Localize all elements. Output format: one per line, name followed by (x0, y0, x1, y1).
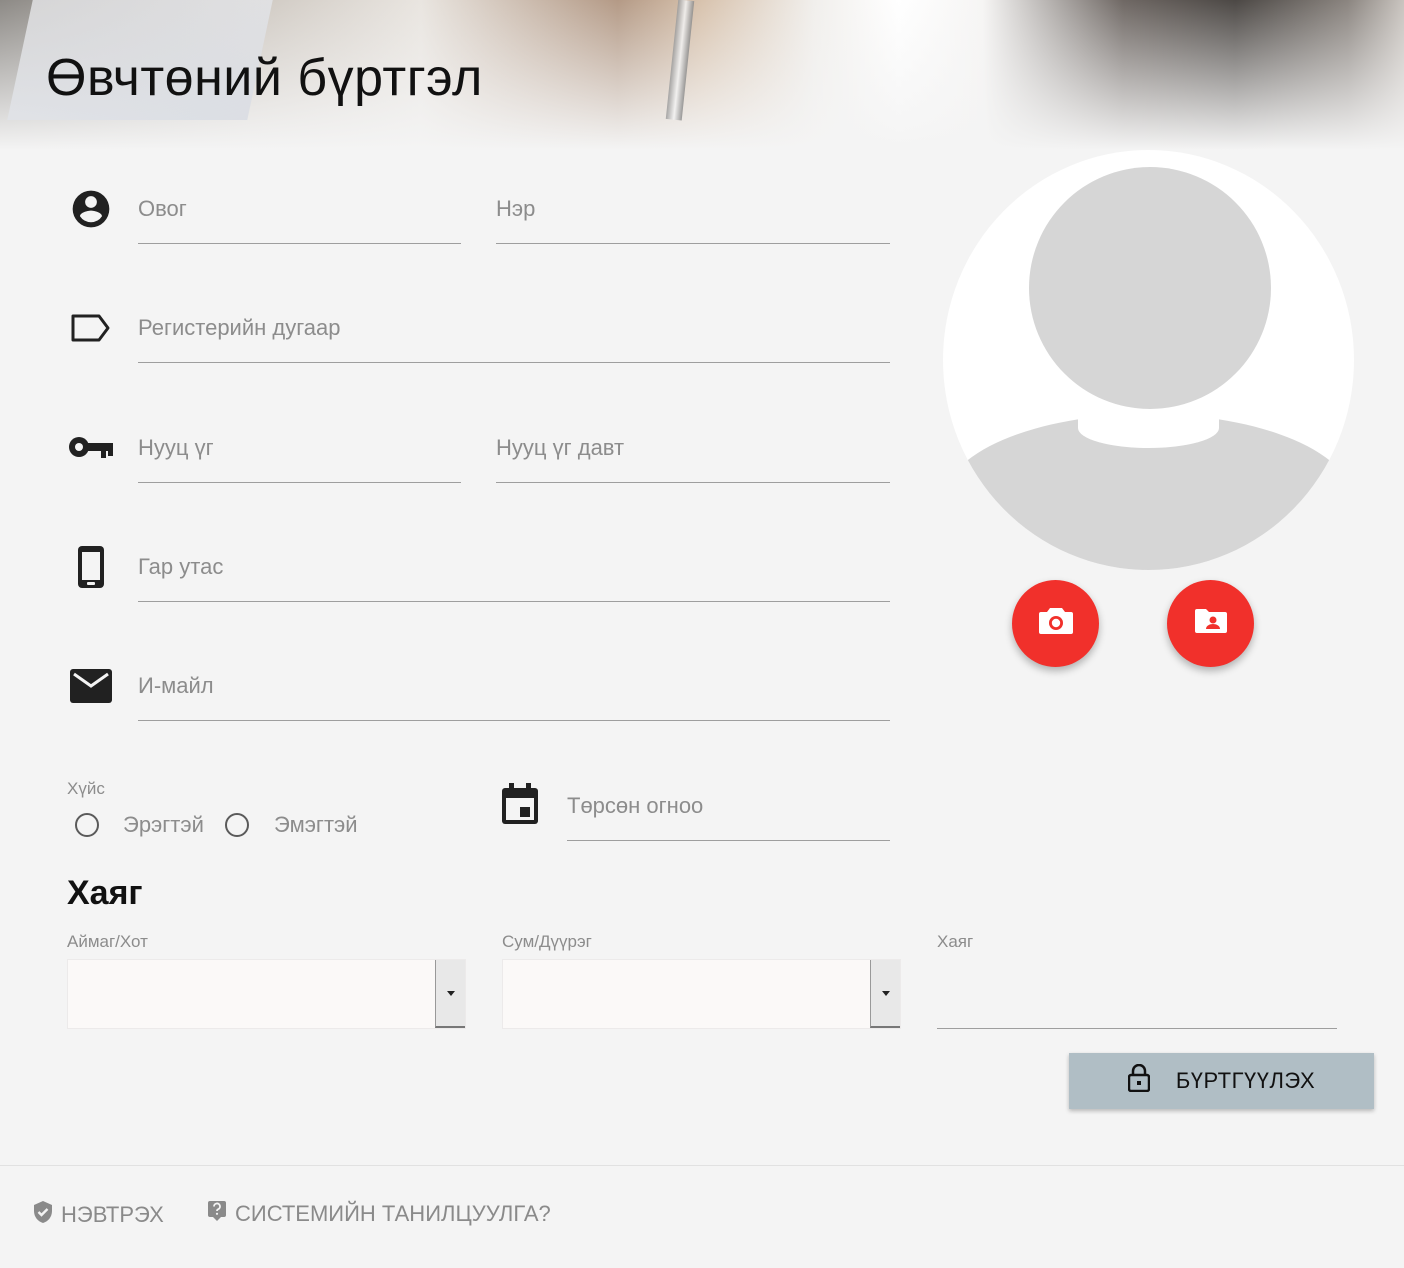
province-label: Аймаг/Хот (67, 932, 148, 951)
register-number-field[interactable]: Регистерийн дугаар (138, 313, 890, 363)
chevron-down-icon[interactable] (435, 960, 465, 1028)
smartphone-icon (74, 543, 108, 591)
address-field[interactable] (937, 958, 1337, 1029)
footer-divider (0, 1165, 1404, 1166)
password-repeat-field[interactable]: Нууц үг давт (496, 433, 890, 483)
avatar-neck-gap (1078, 408, 1219, 448)
upload-photo-button[interactable] (1167, 580, 1254, 667)
phone-label: Гар утас (138, 554, 224, 579)
first-name-label: Нэр (496, 196, 536, 221)
account-circle-icon (68, 186, 114, 232)
help-box-icon (207, 1200, 227, 1228)
password-field[interactable]: Нууц үг (138, 433, 461, 483)
birth-date-label: Төрсөн огноо (567, 793, 704, 818)
avatar-placeholder (943, 150, 1354, 570)
login-link[interactable]: НЭВТРЭХ (33, 1200, 164, 1230)
key-icon (67, 432, 115, 462)
lock-icon (1127, 1063, 1151, 1098)
birth-date-field[interactable]: Төрсөн огноо (567, 791, 890, 841)
gender-female-radio[interactable] (225, 813, 249, 837)
district-select[interactable] (502, 959, 901, 1029)
login-label: НЭВТРЭХ (61, 1202, 164, 1227)
mail-icon (70, 669, 112, 703)
phone-field[interactable]: Гар утас (138, 552, 890, 602)
province-select[interactable] (67, 959, 466, 1029)
page-title: Өвчтөний бүртгэл (46, 49, 483, 107)
password-repeat-label: Нууц үг давт (496, 435, 625, 460)
password-label: Нууц үг (138, 435, 214, 460)
register-button-label: БҮРТГҮҮЛЭХ (1175, 1068, 1316, 1093)
folder-user-icon (1194, 608, 1227, 639)
email-field[interactable]: И-майл (138, 671, 890, 721)
shield-check-icon (33, 1200, 53, 1230)
chevron-down-icon[interactable] (870, 960, 900, 1028)
banner-pen-image (665, 0, 695, 121)
label-tag-icon (70, 312, 112, 344)
address-title: Хаяг (67, 874, 143, 912)
register-button[interactable]: БҮРТГҮҮЛЭХ (1069, 1053, 1374, 1109)
email-label: И-майл (138, 673, 214, 698)
gender-female-label[interactable]: Эмэгтэй (274, 812, 358, 838)
last-name-label: Овог (138, 196, 187, 221)
camera-icon (1038, 607, 1073, 640)
take-photo-button[interactable] (1012, 580, 1099, 667)
calendar-icon (500, 783, 540, 825)
avatar-head (1029, 167, 1271, 409)
gender-male-label[interactable]: Эрэгтэй (123, 812, 204, 838)
system-intro-label: СИСТЕМИЙН ТАНИЛЦУУЛГА? (235, 1201, 551, 1226)
address-label: Хаяг (937, 932, 974, 951)
district-label: Сум/Дүүрэг (502, 932, 592, 951)
gender-male-radio[interactable] (75, 813, 99, 837)
first-name-field[interactable]: Нэр (496, 194, 890, 244)
register-number-label: Регистерийн дугаар (138, 315, 341, 340)
last-name-field[interactable]: Овог (138, 194, 461, 244)
system-intro-link[interactable]: СИСТЕМИЙН ТАНИЛЦУУЛГА? (207, 1200, 551, 1228)
gender-label: Хүйс (67, 779, 105, 798)
